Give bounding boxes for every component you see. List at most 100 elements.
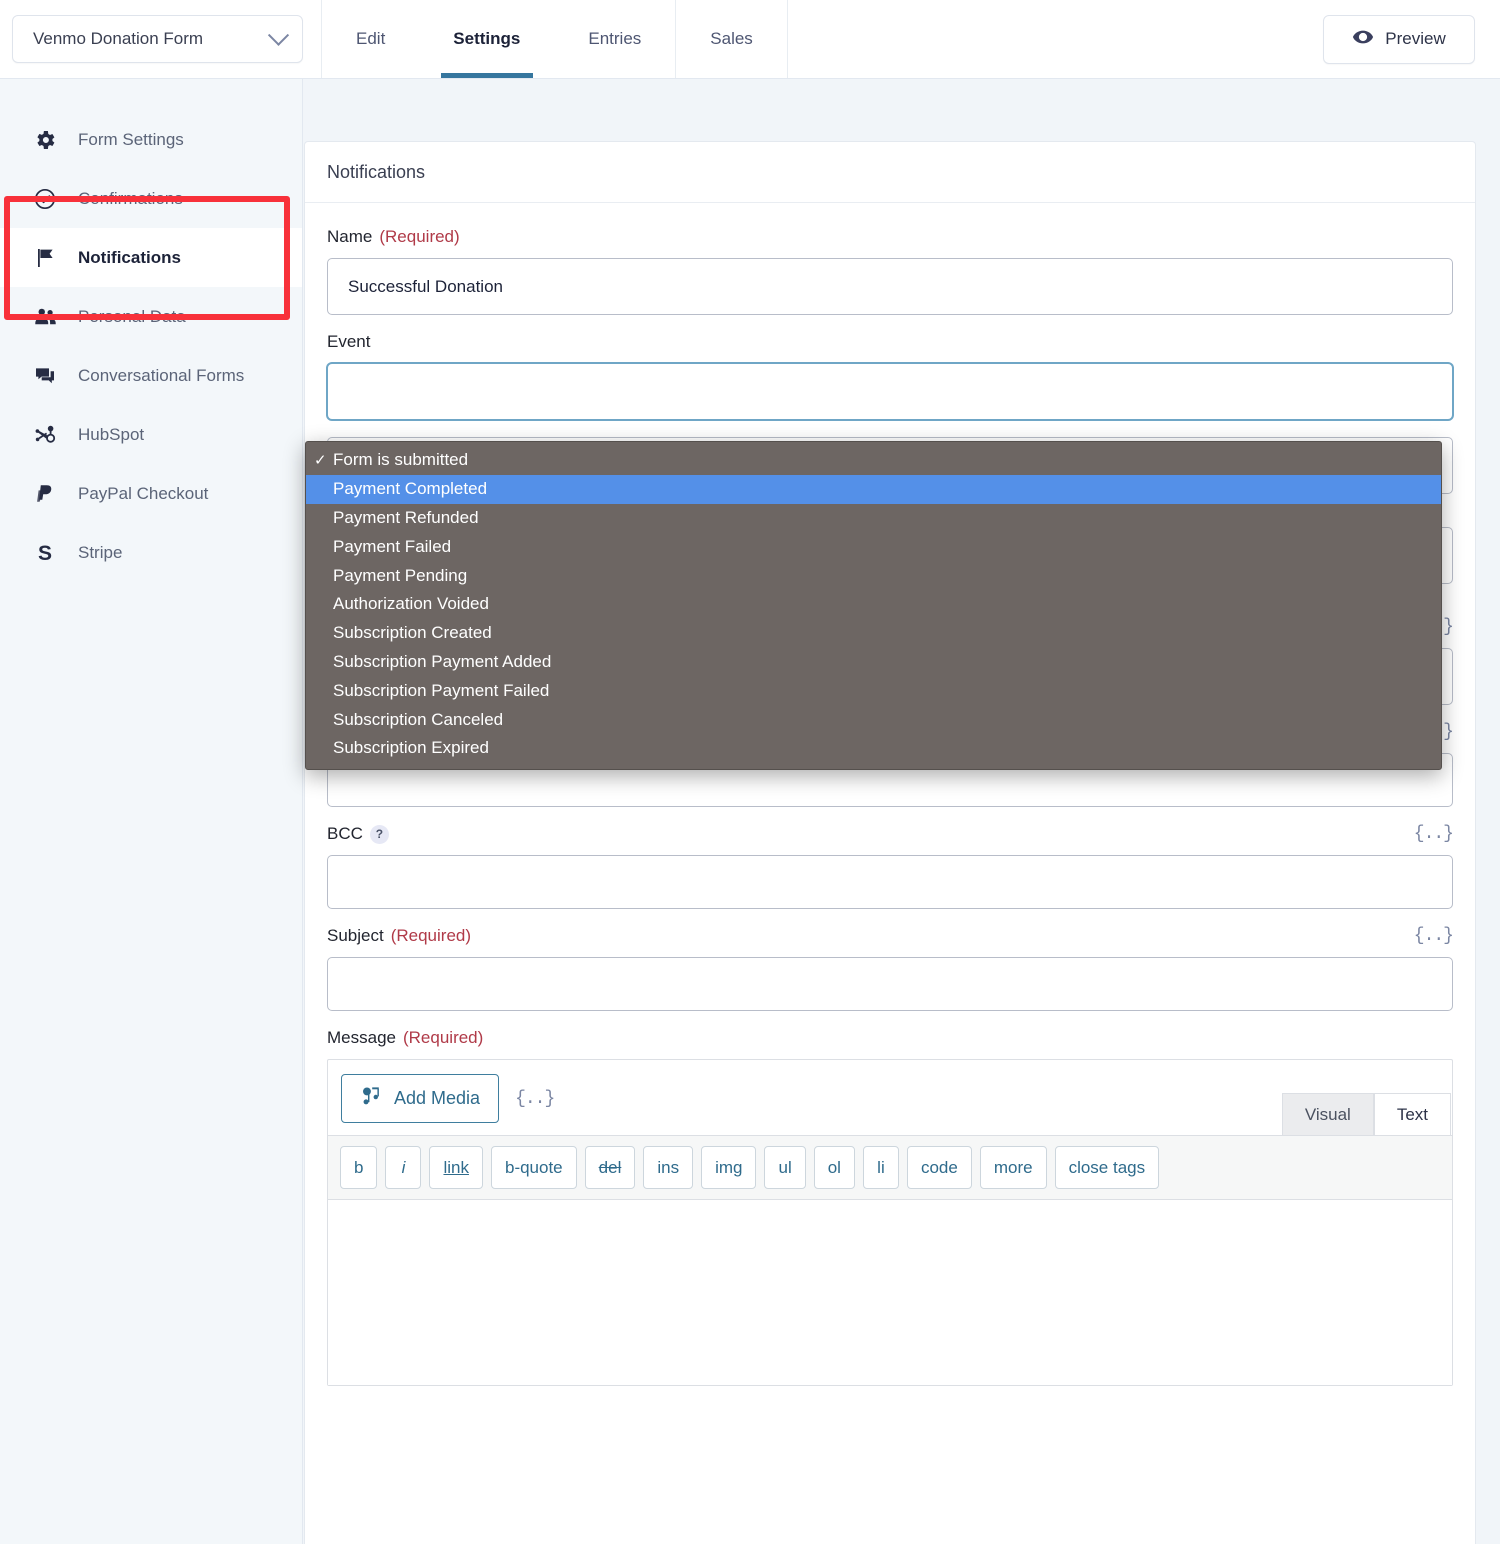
field-subject-label-text: Subject <box>327 926 384 945</box>
quicktag-code[interactable]: code <box>906 1146 972 1189</box>
sidebar-item-form-settings[interactable]: Form Settings <box>0 110 302 169</box>
bcc-input[interactable] <box>327 855 1453 909</box>
required-marker: (Required) <box>390 926 472 945</box>
settings-sidebar: Form Settings Confirmations Notification… <box>0 79 303 1544</box>
quicktag-del[interactable]: del <box>584 1146 636 1189</box>
quicktag-ul[interactable]: ul <box>764 1146 806 1189</box>
dropdown-option-label: Subscription Expired <box>333 738 489 758</box>
editor-toolbar-top: Add Media {..} Visual Text <box>328 1060 1452 1135</box>
panel-title: Notifications <box>305 142 1475 203</box>
field-bcc-label-text: BCC <box>327 824 363 843</box>
field-name: Name (Required) Successful Donation <box>327 227 1453 315</box>
nav-tabs: Edit Settings Entries Sales <box>322 0 788 78</box>
dropdown-option[interactable]: Payment Pending <box>306 561 1441 590</box>
field-event-label: Event <box>327 332 1453 352</box>
required-marker: (Required) <box>379 227 460 246</box>
form-selector-container: Venmo Donation Form <box>0 0 322 78</box>
field-message-label-text: Message <box>327 1028 396 1047</box>
sidebar-item-conversational-forms[interactable]: Conversational Forms <box>0 346 302 405</box>
preview-container: Preview <box>1323 0 1500 78</box>
notifications-panel: Notifications Name (Required) Successful… <box>304 141 1476 1544</box>
field-bcc-label: BCC ? <box>327 824 1453 844</box>
tab-settings[interactable]: Settings <box>419 0 554 78</box>
dropdown-option-highlighted[interactable]: Payment Completed <box>306 474 1441 504</box>
sidebar-item-label: Notifications <box>78 247 181 267</box>
tab-entries[interactable]: Entries <box>554 0 677 78</box>
quicktags-toolbar: b i link b-quote del ins img ul ol li co… <box>328 1135 1452 1200</box>
name-input[interactable]: Successful Donation <box>327 258 1453 315</box>
help-icon[interactable]: ? <box>369 824 389 844</box>
form-selector[interactable]: Venmo Donation Form <box>12 15 303 63</box>
preview-button[interactable]: Preview <box>1323 14 1475 64</box>
quicktag-li[interactable]: li <box>862 1146 899 1189</box>
quicktag-i[interactable]: i <box>385 1146 422 1189</box>
quicktag-close-tags[interactable]: close tags <box>1054 1146 1160 1189</box>
flag-icon <box>32 245 58 271</box>
field-subject: Subject (Required) {..} <box>327 926 1454 1011</box>
quicktag-ol[interactable]: ol <box>813 1146 855 1189</box>
chat-icon <box>32 363 58 389</box>
tab-sales[interactable]: Sales <box>676 0 788 78</box>
dropdown-option[interactable]: Subscription Canceled <box>306 705 1441 734</box>
merge-tag-icon[interactable]: {..} <box>1414 926 1454 946</box>
event-select[interactable]: Form is submitted <box>327 363 1453 420</box>
merge-tag-icon[interactable]: {..} <box>1414 824 1454 844</box>
hubspot-icon <box>32 422 58 448</box>
dropdown-option[interactable]: Payment Refunded <box>306 504 1441 533</box>
message-textarea[interactable] <box>328 1200 1452 1385</box>
field-subject-label: Subject (Required) <box>327 926 1453 946</box>
sidebar-item-paypal-checkout[interactable]: PayPal Checkout <box>0 464 302 523</box>
tab-visual[interactable]: Visual <box>1281 1093 1374 1135</box>
stripe-icon: S <box>32 540 58 566</box>
sidebar-item-label: Personal Data <box>78 306 186 326</box>
event-dropdown-list[interactable]: ✓ Form is submitted Payment Completed Pa… <box>305 441 1442 770</box>
quicktag-more[interactable]: more <box>979 1146 1047 1189</box>
dropdown-option-label: Payment Failed <box>333 536 452 556</box>
sidebar-item-personal-data[interactable]: Personal Data <box>0 287 302 346</box>
quicktag-b[interactable]: b <box>340 1146 378 1189</box>
sidebar-item-stripe[interactable]: S Stripe <box>0 523 302 582</box>
dropdown-option[interactable]: Subscription Created <box>306 619 1441 648</box>
dropdown-option-label: Subscription Created <box>333 623 492 643</box>
dropdown-option[interactable]: Payment Failed <box>306 532 1441 561</box>
dropdown-option-label: Subscription Canceled <box>333 709 504 729</box>
dropdown-option[interactable]: ✓ Form is submitted <box>306 446 1441 475</box>
checkmark-icon: ✓ <box>314 452 327 470</box>
add-media-label: Add Media <box>394 1088 481 1108</box>
sidebar-item-hubspot[interactable]: HubSpot <box>0 405 302 464</box>
sidebar-item-notifications[interactable]: Notifications <box>0 228 302 287</box>
field-bcc: BCC ? {..} <box>327 824 1454 909</box>
check-circle-icon <box>32 186 58 212</box>
add-media-button[interactable]: Add Media <box>341 1074 500 1123</box>
quicktag-link[interactable]: link <box>429 1146 483 1189</box>
field-message-label: Message (Required) <box>327 1028 1453 1048</box>
dropdown-option[interactable]: Subscription Payment Failed <box>306 676 1441 705</box>
preview-button-label: Preview <box>1385 29 1446 48</box>
quicktag-b-quote[interactable]: b-quote <box>490 1146 577 1189</box>
dropdown-option-label: Payment Pending <box>333 565 468 585</box>
quicktag-img[interactable]: img <box>701 1146 757 1189</box>
message-editor: Add Media {..} Visual Text b i link b-qu… <box>327 1059 1453 1386</box>
dropdown-option[interactable]: Subscription Expired <box>306 734 1441 763</box>
tab-edit[interactable]: Edit <box>322 0 419 78</box>
dropdown-option[interactable]: Authorization Voided <box>306 590 1441 619</box>
dropdown-option-label: Payment Refunded <box>333 507 479 527</box>
tab-text[interactable]: Text <box>1373 1093 1451 1135</box>
dropdown-option-label: Form is submitted <box>333 450 469 470</box>
subject-input[interactable] <box>327 957 1453 1011</box>
quicktag-ins[interactable]: ins <box>643 1146 694 1189</box>
merge-tag-icon[interactable]: {..} <box>515 1089 555 1109</box>
eye-icon <box>1352 26 1374 53</box>
paypal-icon <box>32 481 58 507</box>
sidebar-item-label: Form Settings <box>78 129 184 149</box>
panel-body: Name (Required) Successful Donation Even… <box>305 203 1475 1386</box>
sidebar-item-label: PayPal Checkout <box>78 483 209 503</box>
sidebar-item-label: HubSpot <box>78 424 145 444</box>
sidebar-item-confirmations[interactable]: Confirmations <box>0 169 302 228</box>
people-icon <box>32 304 58 330</box>
sidebar-item-label: Confirmations <box>78 188 183 208</box>
dropdown-option[interactable]: Subscription Payment Added <box>306 648 1441 677</box>
sidebar-item-label: Conversational Forms <box>78 365 245 385</box>
svg-text:S: S <box>38 542 52 565</box>
sidebar-item-label: Stripe <box>78 542 123 562</box>
